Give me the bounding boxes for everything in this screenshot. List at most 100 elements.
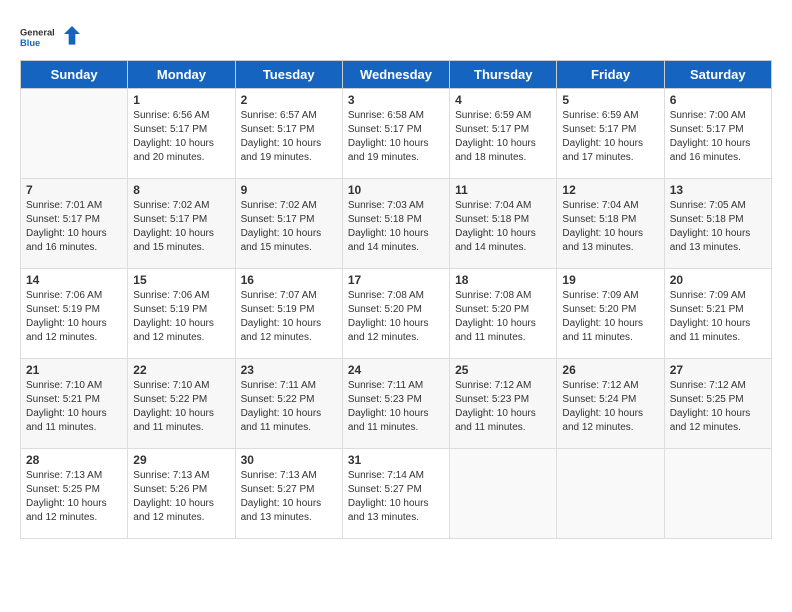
calendar-cell: 1 Sunrise: 6:56 AM Sunset: 5:17 PM Daylig… xyxy=(128,89,235,179)
day-info: Sunrise: 7:12 AM Sunset: 5:24 PM Dayligh… xyxy=(562,379,658,435)
calendar-cell: 28 Sunrise: 7:13 AM Sunset: 5:25 PM Dayli… xyxy=(21,449,128,539)
day-info: Sunrise: 7:04 AM Sunset: 5:18 PM Dayligh… xyxy=(562,199,658,255)
day-info: Sunrise: 7:02 AM Sunset: 5:17 PM Dayligh… xyxy=(133,199,229,255)
day-info: Sunrise: 6:58 AM Sunset: 5:17 PM Dayligh… xyxy=(348,109,444,165)
day-info: Sunrise: 7:11 AM Sunset: 5:22 PM Dayligh… xyxy=(241,379,337,435)
calendar-cell: 14 Sunrise: 7:06 AM Sunset: 5:19 PM Dayli… xyxy=(21,269,128,359)
day-info: Sunrise: 6:57 AM Sunset: 5:17 PM Dayligh… xyxy=(241,109,337,165)
calendar-cell: 18Sunrise: 7:08 AM Sunset: 5:20 PM Dayli… xyxy=(450,269,557,359)
calendar-cell: 11Sunrise: 7:04 AM Sunset: 5:18 PM Dayli… xyxy=(450,179,557,269)
day-number: 16 xyxy=(241,273,337,287)
calendar-cell: 22 Sunrise: 7:10 AM Sunset: 5:22 PM Dayli… xyxy=(128,359,235,449)
calendar-cell: 12 Sunrise: 7:04 AM Sunset: 5:18 PM Dayli… xyxy=(557,179,664,269)
day-info: Sunrise: 6:59 AM Sunset: 5:17 PM Dayligh… xyxy=(455,109,551,165)
week-row-1: 1 Sunrise: 6:56 AM Sunset: 5:17 PM Daylig… xyxy=(21,89,772,179)
week-row-2: 7 Sunrise: 7:01 AM Sunset: 5:17 PM Daylig… xyxy=(21,179,772,269)
day-number: 11 xyxy=(455,183,551,197)
svg-text:Blue: Blue xyxy=(20,38,40,48)
day-number: 23 xyxy=(241,363,337,377)
day-number: 27 xyxy=(670,363,766,377)
day-info: Sunrise: 7:01 AM Sunset: 5:17 PM Dayligh… xyxy=(26,199,122,255)
day-info: Sunrise: 7:06 AM Sunset: 5:19 PM Dayligh… xyxy=(133,289,229,345)
calendar-cell: 2 Sunrise: 6:57 AM Sunset: 5:17 PM Daylig… xyxy=(235,89,342,179)
day-info: Sunrise: 7:03 AM Sunset: 5:18 PM Dayligh… xyxy=(348,199,444,255)
calendar-cell: 4 Sunrise: 6:59 AM Sunset: 5:17 PM Daylig… xyxy=(450,89,557,179)
day-info: Sunrise: 7:08 AM Sunset: 5:20 PM Dayligh… xyxy=(348,289,444,345)
weekday-header-saturday: Saturday xyxy=(664,61,771,89)
calendar-cell: 8 Sunrise: 7:02 AM Sunset: 5:17 PM Daylig… xyxy=(128,179,235,269)
day-info: Sunrise: 6:59 AM Sunset: 5:17 PM Dayligh… xyxy=(562,109,658,165)
day-number: 7 xyxy=(26,183,122,197)
calendar-cell: 9Sunrise: 7:02 AM Sunset: 5:17 PM Daylig… xyxy=(235,179,342,269)
day-info: Sunrise: 7:09 AM Sunset: 5:20 PM Dayligh… xyxy=(562,289,658,345)
calendar-cell: 26Sunrise: 7:12 AM Sunset: 5:24 PM Dayli… xyxy=(557,359,664,449)
calendar-cell: 30 Sunrise: 7:13 AM Sunset: 5:27 PM Dayli… xyxy=(235,449,342,539)
week-row-5: 28 Sunrise: 7:13 AM Sunset: 5:25 PM Dayli… xyxy=(21,449,772,539)
calendar-cell: 23 Sunrise: 7:11 AM Sunset: 5:22 PM Dayli… xyxy=(235,359,342,449)
day-number: 8 xyxy=(133,183,229,197)
calendar-cell xyxy=(664,449,771,539)
day-number: 24 xyxy=(348,363,444,377)
day-number: 20 xyxy=(670,273,766,287)
calendar-cell xyxy=(21,89,128,179)
day-number: 3 xyxy=(348,93,444,107)
weekday-header-friday: Friday xyxy=(557,61,664,89)
day-info: Sunrise: 7:13 AM Sunset: 5:27 PM Dayligh… xyxy=(241,469,337,525)
day-info: Sunrise: 7:13 AM Sunset: 5:26 PM Dayligh… xyxy=(133,469,229,525)
day-info: Sunrise: 7:07 AM Sunset: 5:19 PM Dayligh… xyxy=(241,289,337,345)
day-info: Sunrise: 7:10 AM Sunset: 5:21 PM Dayligh… xyxy=(26,379,122,435)
day-number: 30 xyxy=(241,453,337,467)
weekday-header-sunday: Sunday xyxy=(21,61,128,89)
calendar-cell: 20 Sunrise: 7:09 AM Sunset: 5:21 PM Dayli… xyxy=(664,269,771,359)
day-number: 22 xyxy=(133,363,229,377)
weekday-header-row: SundayMondayTuesdayWednesdayThursdayFrid… xyxy=(21,61,772,89)
day-number: 31 xyxy=(348,453,444,467)
day-info: Sunrise: 6:56 AM Sunset: 5:17 PM Dayligh… xyxy=(133,109,229,165)
day-number: 13 xyxy=(670,183,766,197)
calendar-cell: 19 Sunrise: 7:09 AM Sunset: 5:20 PM Dayli… xyxy=(557,269,664,359)
weekday-header-wednesday: Wednesday xyxy=(342,61,449,89)
day-number: 5 xyxy=(562,93,658,107)
calendar-cell xyxy=(450,449,557,539)
calendar-cell: 15 Sunrise: 7:06 AM Sunset: 5:19 PM Dayli… xyxy=(128,269,235,359)
day-info: Sunrise: 7:14 AM Sunset: 5:27 PM Dayligh… xyxy=(348,469,444,525)
day-info: Sunrise: 7:12 AM Sunset: 5:23 PM Dayligh… xyxy=(455,379,551,435)
day-number: 14 xyxy=(26,273,122,287)
day-number: 10 xyxy=(348,183,444,197)
day-info: Sunrise: 7:10 AM Sunset: 5:22 PM Dayligh… xyxy=(133,379,229,435)
day-number: 12 xyxy=(562,183,658,197)
day-number: 15 xyxy=(133,273,229,287)
day-number: 6 xyxy=(670,93,766,107)
calendar-cell xyxy=(557,449,664,539)
weekday-header-tuesday: Tuesday xyxy=(235,61,342,89)
calendar-cell: 25 Sunrise: 7:12 AM Sunset: 5:23 PM Dayli… xyxy=(450,359,557,449)
day-number: 21 xyxy=(26,363,122,377)
day-info: Sunrise: 7:06 AM Sunset: 5:19 PM Dayligh… xyxy=(26,289,122,345)
day-number: 25 xyxy=(455,363,551,377)
day-info: Sunrise: 7:08 AM Sunset: 5:20 PM Dayligh… xyxy=(455,289,551,345)
day-number: 4 xyxy=(455,93,551,107)
calendar-cell: 17Sunrise: 7:08 AM Sunset: 5:20 PM Dayli… xyxy=(342,269,449,359)
calendar-table: SundayMondayTuesdayWednesdayThursdayFrid… xyxy=(20,60,772,539)
svg-text:General: General xyxy=(20,27,55,37)
calendar-cell: 27Sunrise: 7:12 AM Sunset: 5:25 PM Dayli… xyxy=(664,359,771,449)
calendar-cell: 16 Sunrise: 7:07 AM Sunset: 5:19 PM Dayli… xyxy=(235,269,342,359)
day-info: Sunrise: 7:13 AM Sunset: 5:25 PM Dayligh… xyxy=(26,469,122,525)
calendar-cell: 6 Sunrise: 7:00 AM Sunset: 5:17 PM Daylig… xyxy=(664,89,771,179)
day-info: Sunrise: 7:00 AM Sunset: 5:17 PM Dayligh… xyxy=(670,109,766,165)
logo: General Blue xyxy=(20,20,80,56)
week-row-4: 21 Sunrise: 7:10 AM Sunset: 5:21 PM Dayli… xyxy=(21,359,772,449)
day-number: 1 xyxy=(133,93,229,107)
calendar-cell: 29Sunrise: 7:13 AM Sunset: 5:26 PM Dayli… xyxy=(128,449,235,539)
logo-svg: General Blue xyxy=(20,20,80,56)
day-number: 19 xyxy=(562,273,658,287)
calendar-cell: 10 Sunrise: 7:03 AM Sunset: 5:18 PM Dayli… xyxy=(342,179,449,269)
day-number: 2 xyxy=(241,93,337,107)
page-header: General Blue xyxy=(20,20,772,56)
day-number: 28 xyxy=(26,453,122,467)
calendar-cell: 31 Sunrise: 7:14 AM Sunset: 5:27 PM Dayli… xyxy=(342,449,449,539)
calendar-cell: 7 Sunrise: 7:01 AM Sunset: 5:17 PM Daylig… xyxy=(21,179,128,269)
day-info: Sunrise: 7:05 AM Sunset: 5:18 PM Dayligh… xyxy=(670,199,766,255)
calendar-cell: 13 Sunrise: 7:05 AM Sunset: 5:18 PM Dayli… xyxy=(664,179,771,269)
day-info: Sunrise: 7:09 AM Sunset: 5:21 PM Dayligh… xyxy=(670,289,766,345)
